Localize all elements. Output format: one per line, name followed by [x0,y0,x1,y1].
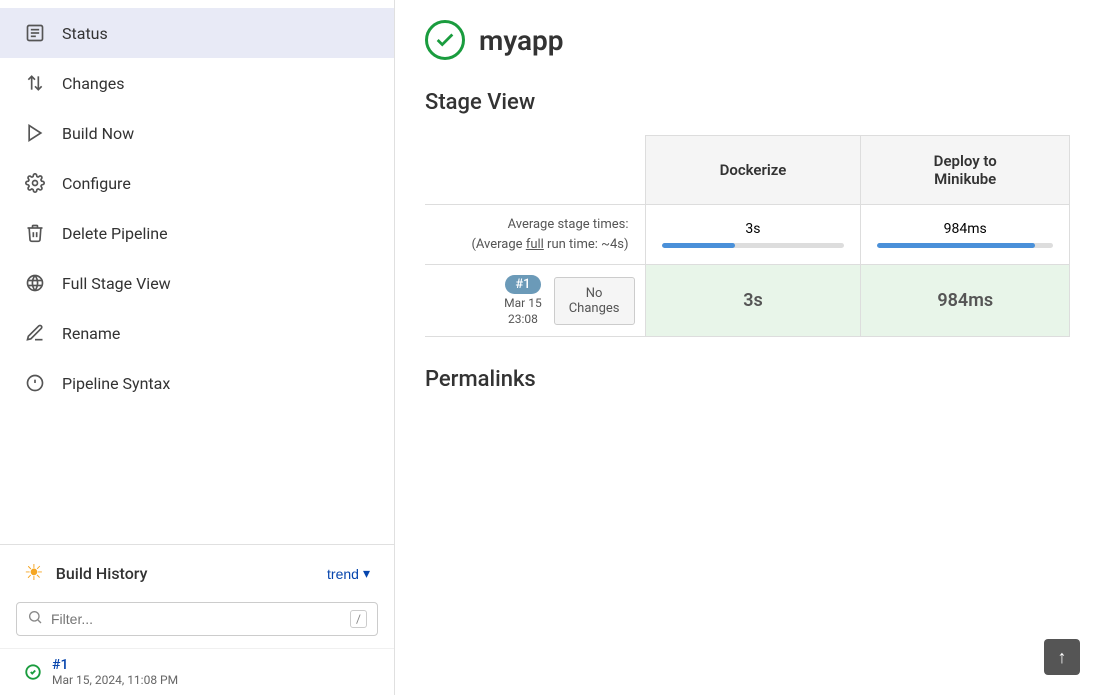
sidebar-nav: Status Changes Build Now [0,0,394,544]
sun-icon: ☀ [24,561,44,586]
avg-label-cell: Average stage times: (Average full run t… [425,205,645,265]
sidebar-item-status-label: Status [62,24,108,43]
build-item: #1 Mar 15, 2024, 11:08 PM [0,648,394,695]
stage-header-deploy: Deploy to Minikube [861,136,1070,205]
dockerize-progress-fill [662,243,735,248]
avg-dockerize-cell: 3s [645,205,861,265]
sidebar-item-configure[interactable]: Configure [0,158,394,208]
sidebar-item-changes-label: Changes [62,74,125,93]
build-item-info: #1 Mar 15, 2024, 11:08 PM [52,657,178,687]
sidebar-item-build-now-label: Build Now [62,124,134,143]
search-icon [27,609,43,629]
sidebar-item-rename-label: Rename [62,324,120,343]
trend-button[interactable]: trend ▾ [327,565,370,582]
sidebar-item-rename[interactable]: Rename [0,308,394,358]
permalinks-title: Permalinks [425,367,1070,392]
sidebar-item-configure-label: Configure [62,174,131,193]
sidebar-item-pipeline-syntax[interactable]: Pipeline Syntax [0,358,394,408]
configure-icon [24,172,46,194]
stage-view-table: Dockerize Deploy to Minikube Average sta… [425,135,1070,337]
pipeline-syntax-icon [24,372,46,394]
build-history-header: ☀ Build History trend ▾ [0,545,394,602]
main-content: myapp Stage View Dockerize Deploy to Min… [395,0,1100,695]
deploy-progress-bar [877,243,1053,248]
avg-dockerize-content: 3s [662,221,845,248]
status-icon [24,22,46,44]
changes-icon [24,72,46,94]
build-number[interactable]: #1 [52,657,178,673]
build-history-title: Build History [56,564,148,583]
build-deploy-cell: 984ms [861,265,1070,337]
stage-view-title: Stage View [425,90,1070,115]
build-info-cell: #1 Mar 15 23:08 NoChanges [425,265,645,337]
delete-pipeline-icon [24,222,46,244]
filter-bar: / [16,602,378,636]
app-header: myapp [425,20,1070,60]
sidebar: Status Changes Build Now [0,0,395,695]
avg-label: Average stage times: (Average full run t… [441,215,629,254]
sidebar-item-full-stage-view[interactable]: Full Stage View [0,258,394,308]
app-title: myapp [479,24,564,57]
dockerize-progress-bar [662,243,845,248]
build-badge-time: 23:08 [508,312,538,326]
trend-chevron-icon: ▾ [363,565,370,582]
filter-slash: / [350,610,367,628]
sidebar-item-pipeline-syntax-label: Pipeline Syntax [62,374,170,393]
sidebar-item-changes[interactable]: Changes [0,58,394,108]
sidebar-item-build-now[interactable]: Build Now [0,108,394,158]
sidebar-item-delete-pipeline[interactable]: Delete Pipeline [0,208,394,258]
scroll-top-button[interactable]: ↑ [1044,639,1080,675]
trend-label: trend [327,566,359,582]
success-check-icon [425,20,465,60]
build-badge-date: Mar 15 [504,296,542,310]
build-history-left: ☀ Build History [24,561,147,586]
stage-header-dockerize: Dockerize [645,136,861,205]
avg-deploy-content: 984ms [877,221,1053,248]
build-badge[interactable]: #1 Mar 15 23:08 [504,275,542,326]
avg-dockerize-time: 3s [745,221,760,237]
deploy-progress-fill [877,243,1035,248]
build-date: Mar 15, 2024, 11:08 PM [52,673,178,687]
avg-deploy-time: 984ms [944,221,987,237]
sidebar-item-full-stage-view-label: Full Stage View [62,274,171,293]
build-history-section: ☀ Build History trend ▾ / [0,544,394,695]
build-dockerize-cell: 3s [645,265,861,337]
no-changes-box: NoChanges [554,277,635,325]
filter-input[interactable] [51,611,342,627]
build-success-icon [24,663,42,681]
rename-icon [24,322,46,344]
avg-deploy-cell: 984ms [861,205,1070,265]
stage-header-empty [425,136,645,205]
sidebar-item-delete-pipeline-label: Delete Pipeline [62,224,168,243]
no-changes-label: NoChanges [569,286,620,316]
build-now-icon [24,122,46,144]
full-stage-view-icon [24,272,46,294]
sidebar-item-status[interactable]: Status [0,8,394,58]
build-badge-num: #1 [505,275,540,294]
